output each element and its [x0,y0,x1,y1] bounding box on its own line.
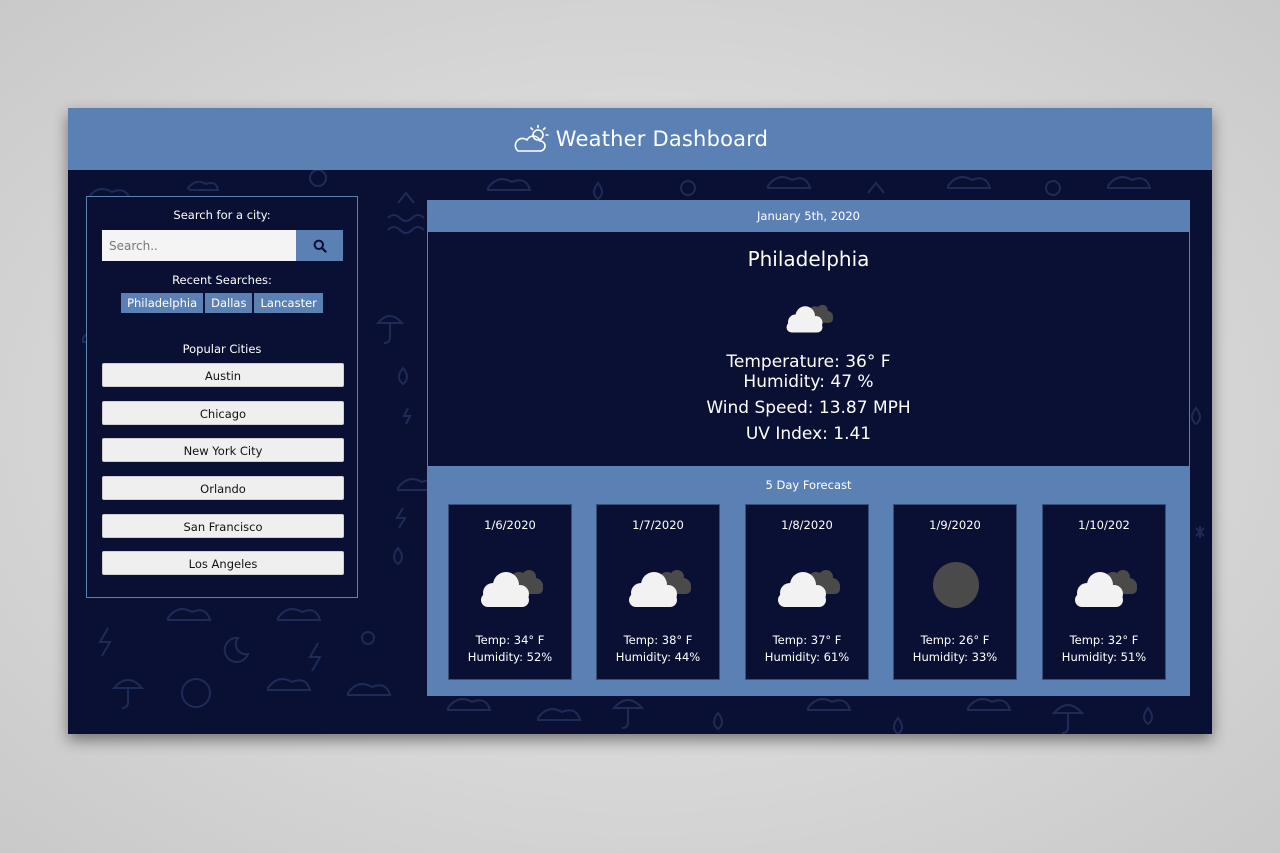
search-button[interactable] [296,230,343,261]
five-day-forecast: 5 Day Forecast 1/6/2020 Temp: 34° F Humi… [427,466,1190,696]
search-label: Search for a city: [173,208,271,222]
app-window: Weather Dashboard Search for a city: Rec… [68,108,1212,734]
current-temperature: Temperature: 36° F [726,352,891,372]
recent-search-chip[interactable]: Philadelphia [121,293,204,313]
search-row [102,230,343,261]
popular-cities-label: Popular Cities [182,342,262,356]
search-icon [313,239,327,253]
current-wind-speed: Wind Speed: 13.87 MPH [706,398,911,418]
current-stats: Temperature: 36° F Humidity: 47 % Wind S… [428,352,1189,447]
forecast-title: 5 Day Forecast [765,478,852,492]
popular-city-button[interactable]: Chicago [102,400,344,425]
recent-searches: Philadelphia Dallas Lancaster [87,293,357,313]
forecast-humidity: Humidity: 44% [615,650,701,664]
forecast-temp: Temp: 34° F [475,633,545,647]
recent-search-chip[interactable]: Lancaster [254,293,323,313]
forecast-card: 1/9/2020 Temp: 26° F Humidity: 33% [893,504,1017,680]
weather-panel: January 5th, 2020 Philadelphia Temperatu… [427,200,1190,696]
popular-city-button[interactable]: San Francisco [102,513,344,538]
forecast-temp: Temp: 32° F [1069,633,1139,647]
current-date: January 5th, 2020 [427,200,1190,232]
forecast-card: 1/8/2020 Temp: 37° F Humidity: 61% [745,504,869,680]
forecast-date: 1/8/2020 [781,518,833,532]
popular-city-button[interactable]: Los Angeles [102,551,344,576]
page-title: Weather Dashboard [555,127,769,151]
current-humidity: Humidity: 47 % [743,372,874,392]
popular-city-button[interactable]: New York City [102,438,344,463]
forecast-date: 1/6/2020 [484,518,536,532]
current-city-name: Philadelphia [747,247,870,271]
forecast-humidity: Humidity: 52% [467,650,553,664]
forecast-humidity: Humidity: 61% [764,650,850,664]
current-weather: Philadelphia Temperature: 36° F Humidity… [427,232,1190,467]
header-bar: Weather Dashboard [68,108,1212,170]
forecast-humidity: Humidity: 51% [1061,650,1147,664]
cloudy-icon [782,296,836,336]
forecast-card: 1/7/2020 Temp: 38° F Humidity: 44% [596,504,720,680]
forecast-date: 1/9/2020 [929,518,981,532]
forecast-temp: Temp: 37° F [772,633,842,647]
popular-city-button[interactable]: Austin [102,363,344,387]
forecast-temp: Temp: 38° F [623,633,693,647]
recent-search-chip[interactable]: Dallas [205,293,253,313]
popular-city-button[interactable]: Orlando [102,476,344,501]
cloudy-icon [1069,559,1141,611]
search-panel: Search for a city: Recent Searches: Phil… [86,196,358,598]
current-uv-index: UV Index: 1.41 [745,424,872,444]
cloudy-icon [475,559,547,611]
cloudy-icon [772,559,844,611]
search-input[interactable] [102,230,296,261]
full-moon-icon [933,562,979,608]
partly-cloudy-sun-icon [514,124,549,152]
cloudy-icon [623,559,695,611]
forecast-humidity: Humidity: 33% [912,650,998,664]
recent-searches-label: Recent Searches: [172,273,272,287]
forecast-card: 1/6/2020 Temp: 34° F Humidity: 52% [448,504,572,680]
popular-cities-list: Austin Chicago New York City Orlando San… [102,363,344,589]
forecast-date: 1/10/202 [1078,518,1130,532]
forecast-temp: Temp: 26° F [920,633,990,647]
forecast-date: 1/7/2020 [632,518,684,532]
forecast-card: 1/10/202 Temp: 32° F Humidity: 51% [1042,504,1166,680]
